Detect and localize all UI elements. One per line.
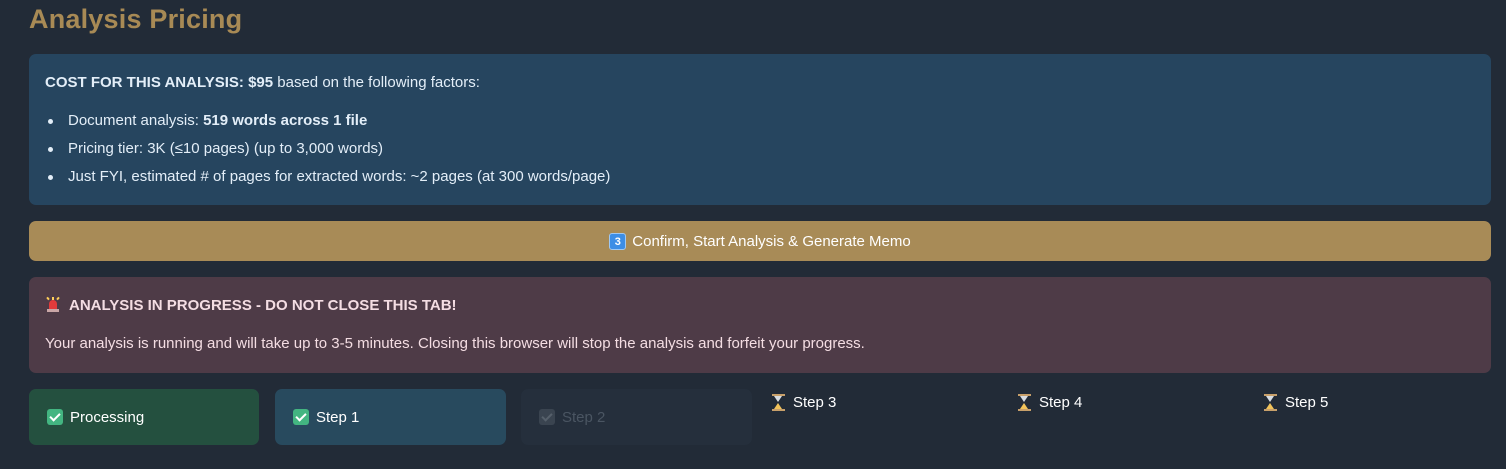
warning-title: ANALYSIS IN PROGRESS - DO NOT CLOSE THIS… <box>69 296 457 314</box>
cost-factor-list: Document analysis: 519 words across 1 fi… <box>45 112 1475 196</box>
factor-estimated-pages: Just FYI, estimated # of pages for extra… <box>48 168 1475 196</box>
step-label: Step 2 <box>562 408 606 426</box>
warning-message: Your analysis is running and will take u… <box>45 335 865 352</box>
step-label: Step 3 <box>793 393 837 411</box>
check-mark-icon <box>293 409 309 425</box>
keycap-3-icon: 3 <box>609 232 627 250</box>
factor-label: Pricing tier: 3K (≤10 pages) (up to 3,00… <box>68 140 384 157</box>
check-mark-icon <box>47 409 63 425</box>
step-1: Step 1 <box>275 389 506 445</box>
factor-label: Just FYI, estimated # of pages for extra… <box>68 168 611 185</box>
hourglass-icon <box>1264 393 1277 411</box>
hourglass-icon <box>1018 393 1031 411</box>
analysis-progress-warning: ANALYSIS IN PROGRESS - DO NOT CLOSE THIS… <box>29 277 1491 373</box>
step-5: Step 5 <box>1264 393 1328 411</box>
page-title: Analysis Pricing <box>29 4 243 34</box>
step-label: Step 1 <box>316 408 360 426</box>
cost-suffix: based on the following factors: <box>273 74 480 91</box>
confirm-button-label: Confirm, Start Analysis & Generate Memo <box>632 232 911 250</box>
cost-label: COST FOR THIS ANALYSIS: <box>45 74 244 91</box>
step-label: Processing <box>70 408 145 426</box>
step-2: Step 2 <box>521 389 752 445</box>
factor-value: 519 words across 1 file <box>203 112 368 129</box>
step-label: Step 5 <box>1285 393 1329 411</box>
check-mark-icon <box>539 409 555 425</box>
factor-document-analysis: Document analysis: 519 words across 1 fi… <box>48 112 1475 140</box>
step-3: Step 3 <box>772 393 836 411</box>
cost-value: $95 <box>248 74 274 91</box>
cost-summary: COST FOR THIS ANALYSIS: $95 based on the… <box>45 74 1475 92</box>
factor-pricing-tier: Pricing tier: 3K (≤10 pages) (up to 3,00… <box>48 140 1475 168</box>
step-processing: Processing <box>29 389 259 445</box>
factor-label: Document analysis: <box>68 112 204 129</box>
confirm-start-analysis-button[interactable]: 3 Confirm, Start Analysis & Generate Mem… <box>29 221 1491 261</box>
hourglass-icon <box>772 393 785 411</box>
step-label: Step 4 <box>1039 393 1083 411</box>
siren-icon <box>45 296 61 313</box>
step-4: Step 4 <box>1018 393 1082 411</box>
warning-title-row: ANALYSIS IN PROGRESS - DO NOT CLOSE THIS… <box>45 295 1475 315</box>
cost-info-box: COST FOR THIS ANALYSIS: $95 based on the… <box>29 54 1491 205</box>
